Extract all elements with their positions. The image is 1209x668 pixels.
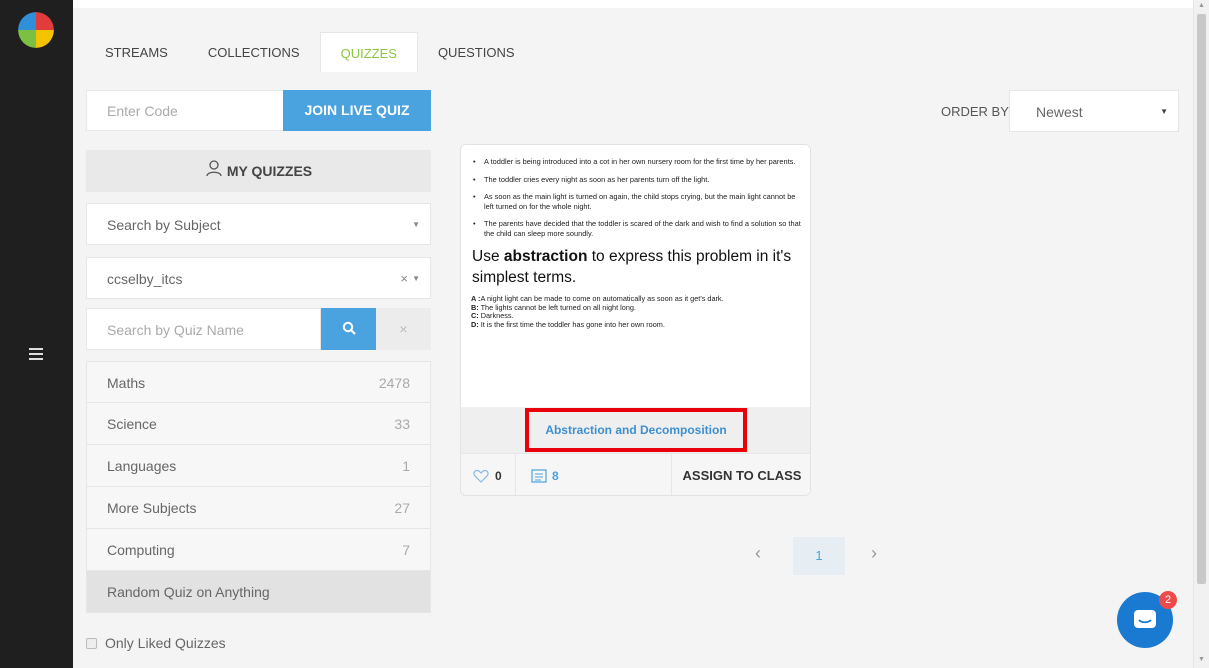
order-by-value: Newest <box>1036 104 1083 120</box>
subject-item-maths[interactable]: Maths 2478 <box>86 361 431 403</box>
subject-count: 1 <box>402 458 410 474</box>
window-top-border <box>0 0 1209 8</box>
scenario-bullet: The parents have decided that the toddle… <box>471 219 802 238</box>
scenario-bullet: A toddler is being introduced into a cot… <box>471 157 802 167</box>
tab-quizzes[interactable]: QUIZZES <box>319 32 418 72</box>
tab-questions[interactable]: QUESTIONS <box>418 32 535 72</box>
search-icon <box>342 321 356 335</box>
enter-code-input[interactable]: Enter Code <box>86 90 283 131</box>
answer-option: D: It is the first time the toddler has … <box>471 319 802 330</box>
scroll-up-icon[interactable]: ▲ <box>1198 2 1205 9</box>
tab-bar: STREAMS COLLECTIONS QUIZZES QUESTIONS <box>85 32 535 72</box>
subject-label: Random Quiz on Anything <box>107 584 270 600</box>
menu-icon[interactable] <box>29 348 43 360</box>
answer-option: B: The lights cannot be left turned on a… <box>471 303 802 313</box>
question-keyword: abstraction <box>503 248 588 265</box>
subject-item-science[interactable]: Science 33 <box>86 403 431 445</box>
subject-label: Science <box>107 416 157 432</box>
scenario-bullet: As soon as the main light is turned on a… <box>471 192 802 211</box>
like-count: 0 <box>495 469 502 483</box>
quiz-card-footer: 0 8 ASSIGN TO CLASS <box>461 453 810 495</box>
subject-count: 27 <box>394 500 410 516</box>
user-filter-select[interactable]: ccselby_itcs × ▼ <box>86 257 431 299</box>
join-live-quiz-button[interactable]: JOIN LIVE QUIZ <box>283 90 431 131</box>
question-count: 8 <box>515 454 559 495</box>
heart-icon <box>473 469 489 483</box>
subject-item-languages[interactable]: Languages 1 <box>86 445 431 487</box>
subject-label: Computing <box>107 542 175 558</box>
subject-item-random-quiz[interactable]: Random Quiz on Anything <box>86 571 431 613</box>
quiz-preview[interactable]: A toddler is being introduced into a cot… <box>461 145 810 407</box>
subject-select[interactable]: Search by Subject ▼ <box>86 203 431 245</box>
chevron-down-icon: ▼ <box>412 274 420 283</box>
subject-count: 2478 <box>378 375 410 391</box>
user-filter-value: ccselby_itcs <box>107 271 183 287</box>
chevron-down-icon: ▼ <box>1160 107 1168 116</box>
answer-key: D: <box>471 319 479 329</box>
subject-select-placeholder: Search by Subject <box>107 217 221 233</box>
pagination-next-icon[interactable]: › <box>871 543 877 564</box>
quiz-tag-link[interactable]: Abstraction and Decomposition <box>525 408 747 452</box>
scenario-bullet: The toddler cries every night as soon as… <box>471 175 802 185</box>
list-icon <box>531 469 547 483</box>
quiz-tag-strip: Abstraction and Decomposition <box>461 407 810 453</box>
my-quizzes-label: MY QUIZZES <box>226 163 313 179</box>
left-sidebar <box>0 0 73 668</box>
subject-count: 33 <box>394 416 410 432</box>
question-text: Use abstraction to express this problem … <box>471 246 802 288</box>
only-liked-label: Only Liked Quizzes <box>105 635 226 651</box>
tab-collections[interactable]: COLLECTIONS <box>188 32 320 72</box>
user-icon <box>205 151 223 193</box>
only-liked-checkbox[interactable] <box>86 637 97 649</box>
order-by-select[interactable]: Newest ▼ <box>1009 90 1179 132</box>
assign-to-class-button[interactable]: ASSIGN TO CLASS <box>671 454 810 495</box>
like-button[interactable]: 0 <box>473 454 502 495</box>
logo-icon <box>18 12 54 48</box>
only-liked-filter[interactable]: Only Liked Quizzes <box>86 635 226 651</box>
scrollbar-thumb[interactable] <box>1197 14 1206 584</box>
chevron-down-icon: ▼ <box>412 220 420 229</box>
chat-icon <box>1134 610 1156 628</box>
chat-notification-badge: 2 <box>1159 591 1177 609</box>
search-button[interactable] <box>321 308 376 350</box>
clear-search-button[interactable]: × <box>376 308 431 350</box>
subject-count: 7 <box>402 542 410 558</box>
vertical-scrollbar[interactable]: ▲ ▼ <box>1193 0 1209 668</box>
pagination-page[interactable]: 1 <box>793 537 845 575</box>
clear-icon[interactable]: × <box>400 258 408 300</box>
subject-item-computing[interactable]: Computing 7 <box>86 529 431 571</box>
answer-options: A :A night light can be made to come on … <box>471 294 802 330</box>
subject-list: Maths 2478 Science 33 Languages 1 More Subj… <box>86 361 431 613</box>
question-prefix: Use <box>472 248 504 265</box>
question-count-value: 8 <box>552 469 559 483</box>
tab-streams[interactable]: STREAMS <box>85 32 188 72</box>
subject-label: Maths <box>107 375 146 391</box>
subject-item-more-subjects[interactable]: More Subjects 27 <box>86 487 431 529</box>
scroll-down-icon[interactable]: ▼ <box>1198 656 1205 663</box>
subject-label: Languages <box>107 458 177 474</box>
app-logo[interactable] <box>18 12 54 48</box>
quiz-name-search-input[interactable]: Search by Quiz Name <box>86 308 321 350</box>
answer-text: It is the first time the toddler has gon… <box>478 319 665 329</box>
quiz-card[interactable]: A toddler is being introduced into a cot… <box>460 144 811 496</box>
pagination-prev-icon[interactable]: ‹ <box>755 543 761 564</box>
order-by-label: ORDER BY: <box>941 104 1012 119</box>
subject-label: More Subjects <box>107 500 197 516</box>
scenario-bullets: A toddler is being introduced into a cot… <box>471 157 802 238</box>
main-content: STREAMS COLLECTIONS QUIZZES QUESTIONS En… <box>73 8 1193 668</box>
my-quizzes-button[interactable]: MY QUIZZES <box>86 150 431 192</box>
